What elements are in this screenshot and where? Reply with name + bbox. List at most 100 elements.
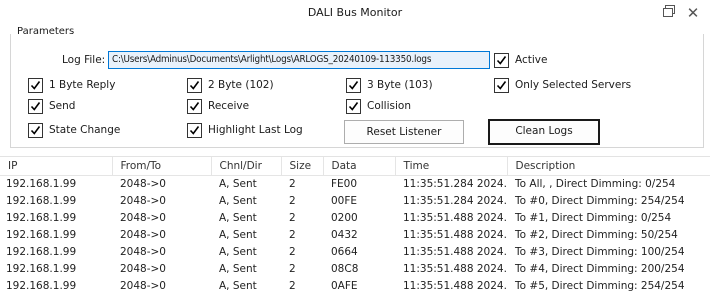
checkbox-check-icon	[28, 77, 43, 93]
send-checkbox[interactable]: Send	[28, 98, 75, 114]
one-byte-reply-label: 1 Byte Reply	[49, 79, 116, 91]
cell-description: To All, , Direct Dimming: 0/254	[515, 177, 676, 190]
active-checkbox[interactable]: Active	[494, 52, 547, 68]
cell-description: To #4, Direct Dimming: 200/254	[515, 262, 685, 275]
column-header-time[interactable]: Time	[395, 157, 508, 176]
column-header-channel-dir[interactable]: Chnl/Dir	[211, 157, 282, 176]
receive-label: Receive	[208, 100, 250, 112]
cell-ip: 192.168.1.99	[6, 262, 77, 275]
log-table: IP From/To Chnl/Dir Size Data Time Descr…	[0, 156, 710, 306]
cell-size: 2	[289, 194, 296, 207]
cell-ip: 192.168.1.99	[6, 245, 77, 258]
log-file-label: Log File:	[62, 54, 106, 66]
cell-from-to: 2048->0	[120, 262, 166, 275]
cell-time: 11:35:51.284 2024.0...	[403, 194, 507, 207]
three-byte-checkbox[interactable]: 3 Byte (103)	[346, 77, 433, 93]
one-byte-reply-checkbox[interactable]: 1 Byte Reply	[28, 77, 115, 93]
parameters-group-label: Parameters	[15, 26, 77, 37]
cell-channel-dir: A, Sent	[219, 211, 257, 224]
only-selected-servers-label: Only Selected Servers	[515, 79, 632, 91]
table-row[interactable]: 192.168.1.99 2048->0 A, Sent 2 FE00 11:3…	[0, 175, 710, 192]
cell-time: 11:35:51.488 2024.0...	[403, 211, 507, 224]
cell-data: 08C8	[331, 262, 359, 275]
cell-description: To #2, Direct Dimming: 50/254	[515, 228, 678, 241]
cell-description: To #3, Direct Dimming: 100/254	[515, 245, 685, 258]
reset-listener-button[interactable]: Reset Listener	[344, 120, 464, 144]
checkbox-check-icon	[346, 77, 361, 93]
state-change-checkbox[interactable]: State Change	[28, 122, 120, 138]
cell-size: 2	[289, 245, 296, 258]
send-label: Send	[49, 100, 76, 112]
cell-data: 0432	[331, 228, 358, 241]
two-byte-checkbox[interactable]: 2 Byte (102)	[187, 77, 274, 93]
column-header-ip[interactable]: IP	[0, 157, 113, 176]
cell-data: 00FE	[331, 194, 358, 207]
cell-channel-dir: A, Sent	[219, 194, 257, 207]
table-row[interactable]: 192.168.1.99 2048->0 A, Sent 2 0200 11:3…	[0, 209, 710, 226]
checkbox-check-icon	[28, 122, 43, 138]
table-header-row: IP From/To Chnl/Dir Size Data Time Descr…	[0, 157, 710, 176]
highlight-last-log-label: Highlight Last Log	[208, 124, 303, 136]
column-header-description[interactable]: Description	[507, 157, 710, 176]
cell-description: To #0, Direct Dimming: 254/254	[515, 194, 685, 207]
cell-size: 2	[289, 211, 296, 224]
cell-size: 2	[289, 228, 296, 241]
cell-channel-dir: A, Sent	[219, 177, 257, 190]
cell-ip: 192.168.1.99	[6, 228, 77, 241]
table-row[interactable]: 192.168.1.99 2048->0 A, Sent 2 00FE 11:3…	[0, 192, 710, 209]
cell-ip: 192.168.1.99	[6, 279, 77, 292]
cell-from-to: 2048->0	[120, 245, 166, 258]
cell-channel-dir: A, Sent	[219, 245, 257, 258]
column-header-from-to[interactable]: From/To	[112, 157, 212, 176]
cell-time: 11:35:51.284 2024.0...	[403, 177, 507, 190]
cell-data: 0664	[331, 245, 358, 258]
three-byte-label: 3 Byte (103)	[367, 79, 433, 91]
cell-size: 2	[289, 279, 296, 292]
close-icon[interactable]: ✕	[684, 4, 702, 22]
checkbox-check-icon	[187, 77, 202, 93]
cell-ip: 192.168.1.99	[6, 211, 77, 224]
checkbox-check-icon	[494, 52, 509, 68]
cell-time: 11:35:51.488 2024.0...	[403, 245, 507, 258]
checkbox-check-icon	[187, 122, 202, 138]
collision-label: Collision	[367, 100, 411, 112]
cell-channel-dir: A, Sent	[219, 262, 257, 275]
window-title: DALI Bus Monitor	[307, 6, 403, 19]
state-change-label: State Change	[49, 124, 121, 136]
checkbox-check-icon	[494, 77, 509, 93]
restore-window-icon[interactable]	[660, 4, 678, 22]
cell-data: 0200	[331, 211, 358, 224]
cell-size: 2	[289, 177, 296, 190]
clean-logs-button[interactable]: Clean Logs	[488, 119, 600, 145]
cell-from-to: 2048->0	[120, 177, 166, 190]
table-row[interactable]: 192.168.1.99 2048->0 A, Sent 2 0664 11:3…	[0, 243, 710, 260]
table-row[interactable]: 192.168.1.99 2048->0 A, Sent 2 08C8 11:3…	[0, 260, 710, 277]
cell-data: FE00	[331, 177, 358, 190]
cell-description: To #5, Direct Dimming: 254/254	[515, 279, 685, 292]
only-selected-servers-checkbox[interactable]: Only Selected Servers	[494, 77, 631, 93]
two-byte-label: 2 Byte (102)	[208, 79, 274, 91]
column-header-size[interactable]: Size	[281, 157, 324, 176]
cell-time: 11:35:51.488 2024.0...	[403, 279, 507, 292]
receive-checkbox[interactable]: Receive	[187, 98, 249, 114]
cell-time: 11:35:51.488 2024.0...	[403, 262, 507, 275]
cell-from-to: 2048->0	[120, 228, 166, 241]
checkbox-check-icon	[28, 98, 43, 114]
column-header-data[interactable]: Data	[323, 157, 396, 176]
collision-checkbox[interactable]: Collision	[346, 98, 411, 114]
cell-time: 11:35:51.488 2024.0...	[403, 228, 507, 241]
cell-data: 0AFE	[331, 279, 358, 292]
cell-channel-dir: A, Sent	[219, 279, 257, 292]
checkbox-check-icon	[187, 98, 202, 114]
cell-channel-dir: A, Sent	[219, 228, 257, 241]
active-checkbox-label: Active	[515, 54, 548, 66]
cell-size: 2	[289, 262, 296, 275]
table-row[interactable]: 192.168.1.99 2048->0 A, Sent 2 0432 11:3…	[0, 226, 710, 243]
cell-from-to: 2048->0	[120, 194, 166, 207]
cell-from-to: 2048->0	[120, 211, 166, 224]
log-file-field[interactable]: C:\Users\Adminus\Documents\Arlight\Logs\…	[108, 51, 490, 69]
checkbox-check-icon	[346, 98, 361, 114]
highlight-last-log-checkbox[interactable]: Highlight Last Log	[187, 122, 303, 138]
cell-from-to: 2048->0	[120, 279, 166, 292]
table-row[interactable]: 192.168.1.99 2048->0 A, Sent 2 0AFE 11:3…	[0, 277, 710, 294]
